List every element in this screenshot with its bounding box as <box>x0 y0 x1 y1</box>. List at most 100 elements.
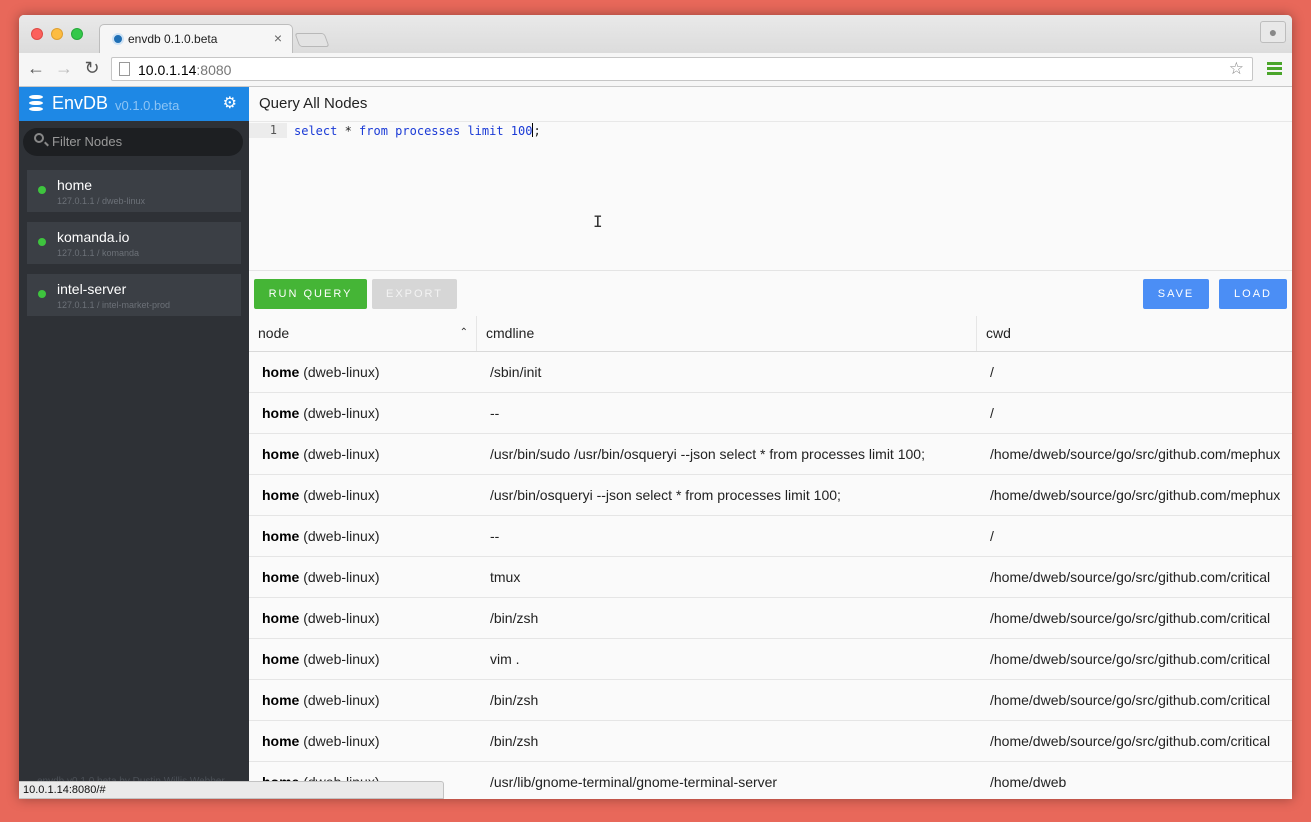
node-detail: (dweb-linux) <box>299 487 380 503</box>
node-host: home <box>262 651 300 667</box>
cell-node: home (dweb-linux) <box>262 405 379 421</box>
cell-node: home (dweb-linux) <box>262 364 379 380</box>
browser-tab[interactable]: envdb 0.1.0.beta × <box>99 24 293 54</box>
code-token: * <box>337 124 360 138</box>
cell-cwd: /home/dweb/source/go/src/github.com/meph… <box>990 446 1281 462</box>
node-host: home <box>262 610 300 626</box>
online-status-dot <box>38 290 46 298</box>
cell-cmdline: vim . <box>490 651 520 667</box>
code-token: from <box>359 124 388 138</box>
table-row[interactable]: home (dweb-linux) /usr/bin/sudo /usr/bin… <box>249 434 1292 475</box>
cell-node: home (dweb-linux) <box>262 446 379 462</box>
minimize-window-button[interactable] <box>51 28 63 40</box>
node-detail: (dweb-linux) <box>299 446 380 462</box>
code-token: select <box>294 124 338 138</box>
run-query-button[interactable]: RUN QUERY <box>254 279 367 309</box>
table-row[interactable]: home (dweb-linux) /usr/bin/osqueryi --js… <box>249 475 1292 516</box>
address-bar[interactable]: 10.0.1.14:8080 ☆ <box>111 57 1253 81</box>
code-token: limit <box>467 124 504 138</box>
sidebar-node-komanda[interactable]: komanda.io 127.0.1.1 / komanda <box>27 222 241 264</box>
tab-strip: envdb 0.1.0.beta × ● <box>19 15 1292 54</box>
column-label: node <box>258 325 290 341</box>
bookmark-star-icon[interactable]: ☆ <box>1229 59 1244 79</box>
online-status-dot <box>38 238 46 246</box>
table-row[interactable]: home (dweb-linux) -- / <box>249 516 1292 557</box>
forward-arrow-icon[interactable]: → <box>53 58 75 79</box>
settings-cogs-icon[interactable]: ⚙ <box>223 93 237 113</box>
table-row[interactable]: home (dweb-linux) -- / <box>249 393 1292 434</box>
filter-nodes-box <box>23 128 243 156</box>
table-row[interactable]: home (dweb-linux) /bin/zsh /home/dweb/so… <box>249 680 1292 721</box>
cell-cmdline: /bin/zsh <box>490 610 539 626</box>
database-icon <box>29 95 43 112</box>
table-row[interactable]: home (dweb-linux) /sbin/init / <box>249 352 1292 393</box>
table-row[interactable]: home (dweb-linux) /bin/zsh /home/dweb/so… <box>249 721 1292 762</box>
cell-cwd: / <box>990 364 994 380</box>
node-name: home <box>57 177 93 193</box>
cell-cmdline: /bin/zsh <box>490 733 539 749</box>
node-host: home <box>262 364 300 380</box>
profile-icon[interactable]: ● <box>1260 21 1286 43</box>
brand-header: EnvDB v0.1.0.beta ⚙ <box>19 87 249 121</box>
column-header-node[interactable]: node ⌃ <box>249 316 477 351</box>
browser-menu-icon[interactable] <box>1267 62 1282 75</box>
code-token: processes <box>387 124 468 138</box>
query-editor[interactable]: 1 select * from processes limit 100; I <box>249 121 1292 271</box>
cell-cmdline: tmux <box>490 569 521 585</box>
brand-version: v0.1.0.beta <box>115 98 180 113</box>
node-host: home <box>262 446 300 462</box>
cell-node: home (dweb-linux) <box>262 487 379 503</box>
node-detail: (dweb-linux) <box>299 610 380 626</box>
node-detail: (dweb-linux) <box>299 569 380 585</box>
table-row[interactable]: home (dweb-linux) vim . /home/dweb/sourc… <box>249 639 1292 680</box>
browser-window: envdb 0.1.0.beta × ● ← → ↻ 10.0.1.14:808… <box>19 15 1292 799</box>
back-arrow-icon[interactable]: ← <box>25 58 47 79</box>
cell-cwd: /home/dweb/source/go/src/github.com/crit… <box>990 651 1271 667</box>
filter-nodes-input[interactable] <box>52 134 232 149</box>
tab-close-icon[interactable]: × <box>274 30 282 46</box>
line-number: 1 <box>249 123 287 138</box>
browser-toolbar: ← → ↻ 10.0.1.14:8080 ☆ <box>19 53 1292 87</box>
cell-cmdline: /usr/bin/osqueryi --json select * from p… <box>490 487 841 503</box>
cell-cwd: /home/dweb <box>990 774 1067 790</box>
cell-node: home (dweb-linux) <box>262 651 379 667</box>
cell-cwd: /home/dweb/source/go/src/github.com/crit… <box>990 569 1271 585</box>
column-header-cwd[interactable]: cwd <box>977 316 1292 351</box>
column-header-cmdline[interactable]: cmdline <box>477 316 977 351</box>
table-row[interactable]: home (dweb-linux) tmux /home/dweb/source… <box>249 557 1292 598</box>
browser-status-bar: 10.0.1.14:8080/# <box>19 781 444 799</box>
favicon-icon <box>112 33 124 45</box>
node-detail: (dweb-linux) <box>299 405 380 421</box>
table-row[interactable]: home (dweb-linux) /bin/zsh /home/dweb/so… <box>249 598 1292 639</box>
column-label: cwd <box>986 325 1011 341</box>
sidebar-node-intel-server[interactable]: intel-server 127.0.1.1 / intel-market-pr… <box>27 274 241 316</box>
node-address: 127.0.1.1 / komanda <box>57 248 140 258</box>
cell-cmdline: /usr/bin/sudo /usr/bin/osqueryi --json s… <box>490 446 925 462</box>
cell-node: home (dweb-linux) <box>262 610 379 626</box>
cell-cmdline: /sbin/init <box>490 364 542 380</box>
node-host: home <box>262 528 300 544</box>
node-detail: (dweb-linux) <box>299 528 380 544</box>
cell-cwd: / <box>990 528 994 544</box>
sort-ascending-icon[interactable]: ⌃ <box>460 327 468 338</box>
new-tab-button[interactable] <box>294 33 330 47</box>
zoom-window-button[interactable] <box>71 28 83 40</box>
close-window-button[interactable] <box>31 28 43 40</box>
node-name: intel-server <box>57 281 127 297</box>
cell-cwd: / <box>990 405 994 421</box>
export-button[interactable]: EXPORT <box>372 279 457 309</box>
load-button[interactable]: LOAD <box>1219 279 1287 309</box>
cell-node: home (dweb-linux) <box>262 692 379 708</box>
cell-node: home (dweb-linux) <box>262 528 379 544</box>
node-host: home <box>262 733 300 749</box>
code-line[interactable]: select * from processes limit 100; <box>294 123 541 139</box>
reload-icon[interactable]: ↻ <box>81 58 103 79</box>
sidebar-node-home[interactable]: home 127.0.1.1 / dweb-linux <box>27 170 241 212</box>
save-button[interactable]: SAVE <box>1143 279 1209 309</box>
envdb-app: EnvDB v0.1.0.beta ⚙ home 127.0.1.1 / dwe… <box>19 87 1292 799</box>
cell-cwd: /home/dweb/source/go/src/github.com/crit… <box>990 733 1271 749</box>
cell-cmdline: /usr/lib/gnome-terminal/gnome-terminal-s… <box>490 774 778 790</box>
cell-cwd: /home/dweb/source/go/src/github.com/crit… <box>990 610 1271 626</box>
node-detail: (dweb-linux) <box>299 364 380 380</box>
page-title: Query All Nodes <box>259 95 368 112</box>
